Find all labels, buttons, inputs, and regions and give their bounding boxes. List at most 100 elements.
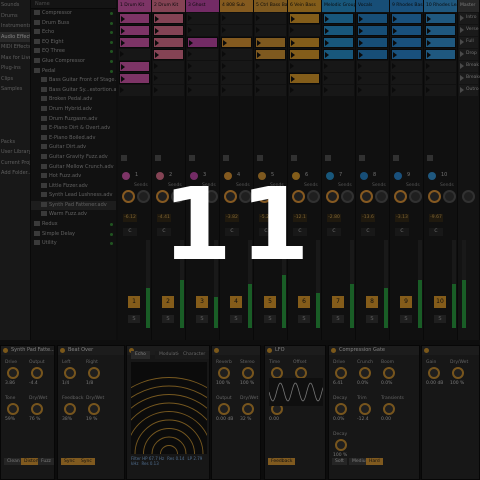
clip-slot[interactable]	[357, 13, 388, 24]
track-volume-value[interactable]: -4.41	[157, 214, 171, 222]
track-activator-icon[interactable]	[360, 172, 368, 180]
track-header[interactable]: 3 Ghost	[186, 0, 219, 12]
browser-item[interactable]: Guitar Mellow Crunch.adv	[31, 163, 116, 173]
track-activator-button[interactable]: 10	[434, 296, 446, 308]
device-power-icon[interactable]	[331, 348, 336, 353]
clip-play-icon[interactable]	[256, 87, 260, 93]
clip-stop-button[interactable]	[223, 155, 229, 161]
clip-play-icon[interactable]	[256, 63, 260, 69]
send-a-knob[interactable]	[292, 190, 305, 203]
track-header[interactable]: 10 Rhodes Lead	[424, 0, 457, 12]
device-title[interactable]: Synth Pad Fatte...	[1, 346, 54, 355]
track-header[interactable]: 4 808 Sub	[220, 0, 253, 12]
clip-play-icon[interactable]	[154, 87, 158, 93]
send-a-knob[interactable]	[428, 190, 441, 203]
param-value[interactable]: 100 %	[450, 381, 464, 386]
clip-play-icon[interactable]	[188, 51, 192, 57]
clip-play-icon[interactable]	[120, 51, 124, 57]
track-pan-value[interactable]: C	[429, 228, 443, 236]
param-value[interactable]: 0.00	[381, 417, 391, 422]
browser-item[interactable]: Drum Hybrid.adv	[31, 105, 116, 115]
clip-stop-button[interactable]	[189, 155, 195, 161]
send-b-knob[interactable]	[273, 190, 286, 203]
param-value[interactable]: 32 %	[240, 417, 251, 422]
param-value[interactable]: 1/8	[86, 381, 93, 386]
sidebar-category[interactable]: MIDI Effects	[0, 42, 30, 53]
solo-button[interactable]: S	[162, 315, 174, 323]
clip-slot[interactable]	[323, 13, 354, 24]
browser-item[interactable]: Bass Guitar Sy...estortion.adv	[31, 86, 116, 96]
track-header[interactable]: Melodic Group	[322, 0, 355, 12]
solo-button[interactable]: S	[434, 315, 446, 323]
clip-play-icon[interactable]	[189, 40, 193, 46]
scene-launch[interactable]: Intro	[459, 13, 478, 24]
device-power-icon[interactable]	[214, 348, 219, 353]
clip-play-icon[interactable]	[324, 63, 328, 69]
clip-play-icon[interactable]	[426, 63, 430, 69]
clip-play-icon[interactable]	[359, 52, 363, 58]
param-knob[interactable]	[31, 367, 43, 379]
browser-item[interactable]: Guitar Dirt.adv	[31, 143, 116, 153]
send-a-knob[interactable]	[190, 190, 203, 203]
track-volume-value[interactable]: -3.82	[225, 214, 239, 222]
track-pan-value[interactable]: C	[361, 228, 375, 236]
track-activator-button[interactable]: 4	[230, 296, 242, 308]
send-a-knob[interactable]	[258, 190, 271, 203]
scene-play-icon[interactable]	[460, 51, 464, 57]
track-volume-value[interactable]: -6.12	[123, 214, 137, 222]
clip-play-icon[interactable]	[121, 40, 125, 46]
track-activator-button[interactable]: 8	[366, 296, 378, 308]
clip-play-icon[interactable]	[392, 75, 396, 81]
device-toggle-button[interactable]: Feedback	[268, 458, 296, 465]
solo-button[interactable]: S	[230, 315, 242, 323]
clip-slot[interactable]	[289, 61, 320, 72]
clip-stop-button[interactable]	[325, 155, 331, 161]
scene-launch[interactable]: Breakd	[459, 73, 480, 84]
clip-slot[interactable]	[357, 61, 388, 72]
browser-item[interactable]: Drum Buss	[31, 19, 116, 29]
device-power-icon[interactable]	[60, 348, 65, 353]
send-b-knob[interactable]	[409, 190, 422, 203]
sidebar-category[interactable]: Current Project	[0, 158, 30, 169]
track-volume-value[interactable]: -3.13	[395, 214, 409, 222]
clip-slot[interactable]	[289, 85, 320, 96]
clip-play-icon[interactable]	[358, 75, 362, 81]
clip-play-icon[interactable]	[154, 63, 158, 69]
clip-play-icon[interactable]	[427, 28, 431, 34]
browser-item[interactable]: Synth Pad Fattener.adv	[31, 200, 116, 211]
browser-item[interactable]: Echo	[31, 28, 116, 38]
clip-slot[interactable]	[221, 37, 252, 48]
track-pan-value[interactable]: C	[225, 228, 239, 236]
browser-item[interactable]: Broken Pedal.adv	[31, 95, 116, 105]
clip-play-icon[interactable]	[222, 75, 226, 81]
clip-stop-button[interactable]	[427, 155, 433, 161]
param-value[interactable]: 0.00	[269, 417, 279, 422]
clip-slot[interactable]	[323, 73, 354, 84]
browser-item[interactable]: Guitar Gravity Fuzz.adv	[31, 153, 116, 163]
solo-button[interactable]: S	[264, 315, 276, 323]
sidebar-category[interactable]: Drums	[0, 11, 30, 22]
param-knob[interactable]	[428, 367, 440, 379]
send-b-knob[interactable]	[205, 190, 218, 203]
clip-play-icon[interactable]	[325, 40, 329, 46]
track-header[interactable]: 2 Drum Kit	[152, 0, 185, 12]
clip-slot[interactable]	[221, 85, 252, 96]
clip-slot[interactable]	[425, 73, 456, 84]
clip-slot[interactable]	[425, 37, 456, 48]
clip-slot[interactable]	[289, 73, 320, 84]
device-power-icon[interactable]	[424, 348, 429, 353]
clip-slot[interactable]	[391, 73, 422, 84]
device-toggle-button[interactable]: Hard	[366, 458, 383, 465]
clip-slot[interactable]	[187, 37, 218, 48]
send-b-knob[interactable]	[171, 190, 184, 203]
scene-launch[interactable]: Outro	[459, 85, 479, 96]
track-activator-button[interactable]: 9	[400, 296, 412, 308]
param-knob[interactable]	[88, 403, 100, 415]
send-a-knob[interactable]	[394, 190, 407, 203]
clip-play-icon[interactable]	[290, 27, 294, 33]
clip-stop-button[interactable]	[291, 155, 297, 161]
send-b-knob[interactable]	[375, 190, 388, 203]
clip-slot[interactable]	[255, 85, 286, 96]
device-toggle-button[interactable]: Sync	[78, 458, 95, 465]
clip-slot[interactable]	[357, 25, 388, 36]
